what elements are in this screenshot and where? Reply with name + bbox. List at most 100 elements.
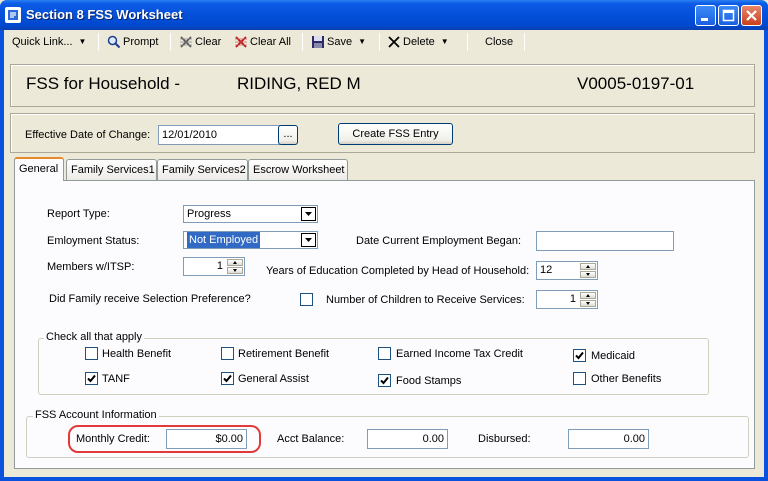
- date-employment-field[interactable]: [536, 231, 674, 251]
- report-type-select[interactable]: Progress: [183, 205, 318, 223]
- years-education-value: 12: [540, 264, 553, 276]
- employment-status-select[interactable]: Not Employed: [183, 231, 318, 249]
- quick-link-button[interactable]: Quick Link... ▼: [12, 33, 86, 51]
- dropdown-arrow-icon: [301, 207, 316, 221]
- benefits-group-title: Check all that apply: [44, 331, 144, 343]
- window-title: Section 8 FSS Worksheet: [26, 7, 183, 22]
- clear-all-button[interactable]: Clear All: [234, 33, 291, 51]
- spinner-buttons: [580, 263, 596, 278]
- save-button[interactable]: Save ▼: [311, 33, 366, 51]
- close-label: Close: [485, 36, 514, 48]
- delete-button[interactable]: Delete ▼: [387, 33, 449, 51]
- date-employment-label: Date Current Employment Began:: [356, 235, 522, 247]
- toolbar-separator: [302, 33, 303, 51]
- selection-preference-checkbox[interactable]: [300, 293, 313, 306]
- employment-status-label: Emloyment Status:: [47, 235, 140, 247]
- toolbar-separator: [170, 33, 171, 51]
- eitc-checkbox[interactable]: [378, 347, 391, 360]
- report-type-label: Report Type:: [47, 208, 110, 220]
- acct-balance-field[interactable]: 0.00: [367, 429, 448, 449]
- chevron-down-icon: ▼: [358, 37, 366, 47]
- medicaid-checkbox[interactable]: [573, 349, 586, 362]
- clear-icon: [179, 35, 193, 49]
- delete-label: Delete: [403, 36, 435, 48]
- medicaid-label: Medicaid: [591, 350, 636, 362]
- employment-status-value: Not Employed: [187, 232, 261, 248]
- acct-balance-label: Acct Balance:: [277, 433, 345, 445]
- years-education-spinner[interactable]: 12: [536, 261, 598, 280]
- title-bar[interactable]: Section 8 FSS Worksheet: [0, 0, 768, 30]
- client-area: Quick Link... ▼ Prompt Clear Clear All Sa…: [4, 30, 764, 477]
- toolbar-separator: [467, 33, 468, 51]
- tab-escrow-worksheet[interactable]: Escrow Worksheet: [248, 159, 348, 180]
- tab-family-services1[interactable]: Family Services1: [66, 159, 157, 180]
- app-window: Section 8 FSS Worksheet Quick Link... ▼ P…: [0, 0, 768, 481]
- tab-family-services2[interactable]: Family Services2: [157, 159, 248, 180]
- spinner-buttons: [227, 259, 243, 274]
- spin-down-icon[interactable]: [580, 300, 596, 307]
- members-itsp-label: Members w/ITSP:: [47, 261, 135, 273]
- retirement-benefit-label: Retirement Benefit: [238, 348, 330, 360]
- spin-up-icon[interactable]: [227, 259, 243, 266]
- benefits-group: [38, 338, 709, 395]
- spin-up-icon[interactable]: [580, 292, 596, 299]
- fss-account-group-title: FSS Account Information: [33, 409, 159, 421]
- toolbar: Quick Link... ▼ Prompt Clear Clear All Sa…: [4, 30, 764, 54]
- effective-date-label: Effective Date of Change:: [25, 129, 151, 141]
- spin-up-icon[interactable]: [580, 263, 596, 270]
- spin-down-icon[interactable]: [580, 271, 596, 278]
- tanf-checkbox[interactable]: [85, 372, 98, 385]
- members-itsp-spinner[interactable]: 1: [183, 257, 245, 276]
- maximize-button[interactable]: [718, 5, 739, 26]
- prompt-button[interactable]: Prompt: [107, 33, 158, 51]
- years-education-label: Years of Education Completed by Head of …: [266, 265, 530, 277]
- quick-link-label: Quick Link...: [12, 36, 73, 48]
- food-stamps-checkbox[interactable]: [378, 374, 391, 387]
- prompt-label: Prompt: [123, 36, 159, 48]
- food-stamps-label: Food Stamps: [396, 375, 462, 387]
- clear-all-icon: [234, 35, 248, 49]
- spinner-buttons: [580, 292, 596, 307]
- floppy-disk-icon: [311, 35, 325, 49]
- spin-down-icon[interactable]: [227, 267, 243, 274]
- toolbar-separator: [379, 33, 380, 51]
- selection-preference-label: Did Family receive Selection Preference?: [49, 293, 251, 305]
- disbursed-label: Disbursed:: [478, 433, 531, 445]
- clear-all-label: Clear All: [250, 36, 291, 48]
- date-picker-button[interactable]: ...: [278, 125, 298, 145]
- magnifier-icon: [107, 35, 121, 49]
- general-assist-label: General Assist: [238, 373, 309, 385]
- effective-date-field[interactable]: 12/01/2010: [158, 125, 280, 145]
- create-fss-entry-button[interactable]: Create FSS Entry: [338, 123, 453, 145]
- toolbar-separator: [524, 33, 525, 51]
- children-services-label: Number of Children to Receive Services:: [326, 294, 525, 306]
- health-benefit-checkbox[interactable]: [85, 347, 98, 360]
- chevron-down-icon: ▼: [440, 37, 449, 47]
- close-window-button[interactable]: [741, 5, 762, 26]
- other-benefits-label: Other Benefits: [591, 373, 662, 385]
- save-label: Save: [327, 36, 353, 48]
- health-benefit-label: Health Benefit: [102, 348, 172, 360]
- monthly-credit-field[interactable]: $0.00: [166, 429, 247, 449]
- household-name: RIDING, RED M: [237, 74, 361, 93]
- report-type-value: Progress: [187, 208, 232, 220]
- household-label: FSS for Household -: [26, 74, 181, 93]
- tanf-label: TANF: [102, 373, 130, 385]
- clear-label: Clear: [195, 36, 222, 48]
- close-button[interactable]: Close: [485, 33, 513, 51]
- disbursed-field[interactable]: 0.00: [568, 429, 649, 449]
- minimize-button[interactable]: [695, 5, 716, 26]
- household-id: V0005-0197-01: [577, 74, 695, 93]
- app-icon: [5, 7, 21, 23]
- toolbar-separator: [98, 33, 99, 51]
- eitc-label: Earned Income Tax Credit: [396, 348, 523, 360]
- delete-x-icon: [387, 35, 401, 49]
- general-assist-checkbox[interactable]: [221, 372, 234, 385]
- members-itsp-value: 1: [216, 260, 223, 272]
- chevron-down-icon: ▼: [78, 37, 87, 47]
- other-benefits-checkbox[interactable]: [573, 372, 586, 385]
- retirement-benefit-checkbox[interactable]: [221, 347, 234, 360]
- tab-general[interactable]: General: [14, 157, 64, 181]
- clear-button[interactable]: Clear: [179, 33, 221, 51]
- children-services-spinner[interactable]: 1: [536, 290, 598, 309]
